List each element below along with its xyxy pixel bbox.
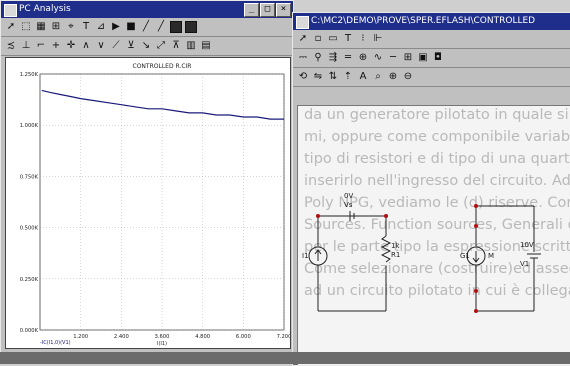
camera-icon[interactable]: ◘ — [432, 52, 444, 64]
x-axis-label: I(I1) — [157, 341, 167, 347]
maximize-button[interactable]: □ — [260, 3, 275, 17]
fill2-icon[interactable] — [185, 21, 197, 33]
scale-icon[interactable]: ⊞ — [50, 21, 62, 33]
find-icon[interactable]: ⌕ — [372, 71, 384, 83]
x-tick-label: 1.200 — [73, 334, 88, 340]
y-tick-label: 0.750K — [20, 174, 39, 180]
grid-icon[interactable]: ▦ — [35, 21, 47, 33]
slope-icon[interactable]: ⟋ — [110, 40, 122, 52]
line-icon[interactable]: ╱ — [140, 21, 152, 33]
y-tick-label: 1.000K — [20, 123, 39, 129]
bracket-icon[interactable]: ⌐ — [35, 40, 47, 52]
zoom-plus-icon[interactable]: ⊕ — [387, 71, 399, 83]
wave2-icon[interactable]: ∿ — [372, 52, 384, 64]
measure-icon[interactable]: ⁝ — [357, 33, 369, 45]
analysis-titlebar[interactable]: PC Analysis _ □ × — [1, 1, 293, 18]
zoom-minus-icon[interactable]: ⊖ — [402, 71, 414, 83]
schematic-titlebar[interactable]: C:\MC2\DEMO\PROVE\SPER.EFLASH\CONTROLLED — [293, 13, 570, 30]
wave-icon[interactable]: ⊥ — [20, 40, 32, 52]
wave-left-icon[interactable]: ≾ — [5, 40, 17, 52]
label-g1-tag: M — [488, 252, 495, 260]
zoom-in-icon[interactable]: ⊕ — [357, 52, 369, 64]
search-icon[interactable]: ⚲ — [312, 52, 324, 64]
y-tick-label: 1.250K — [20, 72, 39, 78]
plot-area[interactable]: CONTROLLED R.CIR 0.000K 0.250K 0.500K 0.750K… — [5, 57, 291, 349]
analysis-toolbar-1: ➚ ⬚ ▦ ⊞ ⌖ T ⊿ ▶ ■ ╱ ╱ — [1, 18, 293, 37]
zoom-icon[interactable]: ⊻ — [125, 40, 137, 52]
x-tick-label: 3.600 — [155, 334, 170, 340]
label-r1-value: 1k — [391, 242, 400, 250]
rotate-icon[interactable]: ⟲ — [297, 71, 309, 83]
peak-icon[interactable]: ∧ — [80, 40, 92, 52]
hist-icon[interactable]: ▥ — [185, 40, 197, 52]
window-icon[interactable]: ▣ — [417, 52, 429, 64]
legend-entry: -IC(I1,0)(V1) — [40, 340, 71, 346]
y-tick-label: 0.250K — [20, 277, 39, 283]
label-vs: Vs — [344, 201, 353, 209]
schematic-toolbar-2: ⎓ ⚲ ⇶ ═ ⊕ ∿ ─ ⊞ ▣ ◘ — [293, 49, 570, 68]
node-icon[interactable]: ⊩ — [372, 33, 384, 45]
pointer-icon[interactable]: ➚ — [5, 21, 17, 33]
run-icon[interactable]: ▶ — [110, 21, 122, 33]
x-tick-label: 7.200 — [277, 334, 290, 340]
analysis-window: PC Analysis _ □ × ➚ ⬚ ▦ ⊞ ⌖ T ⊿ ▶ ■ ╱ ╱ … — [0, 0, 294, 354]
text2-icon[interactable]: T — [342, 33, 354, 45]
plus-icon[interactable]: + — [50, 40, 62, 52]
save-icon[interactable]: ▭ — [327, 33, 339, 45]
down-icon[interactable]: ↘ — [140, 40, 152, 52]
label-i1: I1 — [302, 252, 309, 260]
open-icon[interactable]: ▫ — [312, 33, 324, 45]
schematic-window: C:\MC2\DEMO\PROVE\SPER.EFLASH\CONTROLLED… — [292, 12, 570, 366]
grid2-icon[interactable]: ⊞ — [402, 52, 414, 64]
schematic-window-title: C:\MC2\DEMO\PROVE\SPER.EFLASH\CONTROLLED — [311, 16, 536, 26]
label-g1: G1 — [460, 252, 470, 260]
label-r1: R1 — [391, 251, 401, 259]
x-tick-label: 2.400 — [114, 334, 129, 340]
label-ov: 0V — [344, 192, 354, 200]
select-icon[interactable]: ⬚ — [20, 21, 32, 33]
y-tick-label: 0.500K — [20, 226, 39, 232]
flip-icon[interactable]: ⤢ — [155, 40, 167, 52]
minimize-button[interactable]: _ — [244, 3, 259, 17]
table-icon[interactable]: ▤ — [200, 40, 212, 52]
analysis-window-title: PC Analysis — [19, 4, 71, 14]
fill-icon[interactable] — [170, 21, 182, 33]
up-icon[interactable]: ⇡ — [342, 71, 354, 83]
schematic-app-icon — [296, 16, 309, 29]
chart-icon[interactable]: ⊿ — [95, 21, 107, 33]
series-line — [41, 89, 284, 120]
scale2-icon[interactable]: ⊼ — [170, 40, 182, 52]
hline-icon[interactable]: ─ — [387, 52, 399, 64]
taskbar — [0, 352, 570, 364]
a-icon[interactable]: A — [357, 71, 369, 83]
y-tick-label: 0.000K — [20, 328, 39, 334]
resistor-r1 — [380, 235, 392, 263]
schematic-toolbar-3: ⟲ ⇋ ⇅ ⇡ A ⌕ ⊕ ⊖ — [293, 68, 570, 87]
split-icon[interactable]: ⇶ — [327, 52, 339, 64]
flip2-icon[interactable]: ⇅ — [327, 71, 339, 83]
text-icon[interactable]: T — [80, 21, 92, 33]
wire-icon[interactable]: ⎓ — [297, 52, 309, 64]
close-button[interactable]: × — [276, 3, 291, 17]
chart: CONTROLLED R.CIR 0.000K 0.250K 0.500K 0.750K… — [20, 63, 290, 347]
x-tick-label: 4.800 — [195, 334, 210, 340]
app-icon — [4, 4, 17, 17]
equal-icon[interactable]: ═ — [342, 52, 354, 64]
valley-icon[interactable]: ∨ — [95, 40, 107, 52]
stop-icon[interactable]: ■ — [125, 21, 137, 33]
label-v1-value: 10V — [520, 241, 534, 249]
label-v1: V1 — [520, 260, 530, 268]
x-tick-label: 6.000 — [236, 334, 251, 340]
cursor-icon[interactable]: ⌖ — [65, 21, 77, 33]
schematic-canvas[interactable]: da un generatore pilotato in quale si so… — [297, 105, 570, 365]
arrow-icon[interactable]: ➚ — [297, 33, 309, 45]
mirror-icon[interactable]: ⇋ — [312, 71, 324, 83]
schematic-toolbar-1: ➚ ▫ ▭ T ⁝ ⊩ — [293, 30, 570, 49]
line2-icon[interactable]: ╱ — [155, 21, 167, 33]
chart-title: CONTROLLED R.CIR — [133, 63, 192, 70]
cross-icon[interactable]: ✛ — [65, 40, 77, 52]
circuit-diagram — [308, 204, 541, 313]
analysis-toolbar-2: ≾ ⊥ ⌐ + ✛ ∧ ∨ ⟋ ⊻ ↘ ⤢ ⊼ ▥ ▤ — [1, 37, 293, 56]
plot-frame — [39, 73, 285, 331]
